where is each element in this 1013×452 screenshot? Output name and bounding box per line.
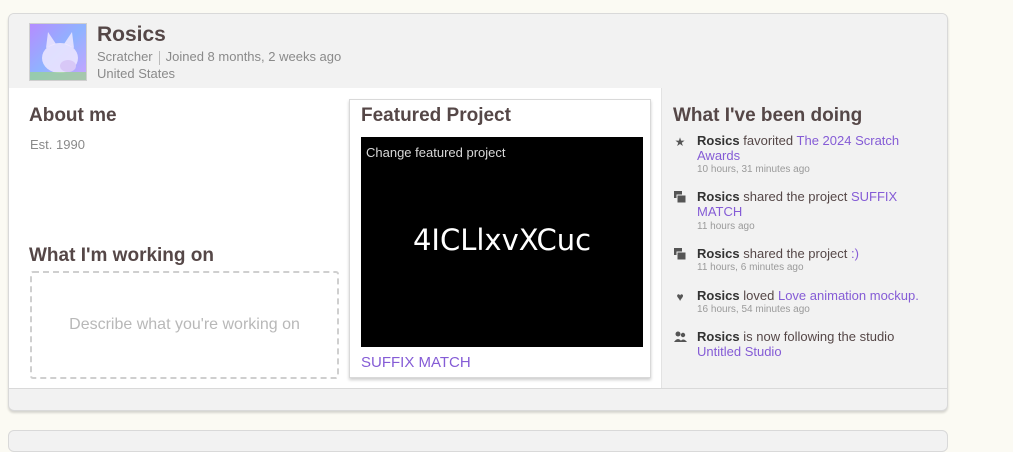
profile-card: Rosics Scratcher Joined 8 months, 2 weeks…: [8, 13, 948, 411]
meta-divider: [158, 50, 160, 65]
activity-time: 11 hours, 6 minutes ago: [697, 262, 804, 273]
activity-title: What I've been doing: [673, 105, 863, 126]
username: Rosics: [97, 23, 166, 46]
activity-action: favorited: [743, 133, 794, 148]
activity-time: 16 hours, 54 minutes ago: [697, 304, 810, 315]
cat-avatar-icon: [30, 32, 86, 80]
activity-target-link[interactable]: :): [851, 246, 859, 261]
left-column: About me Est. 1990 What I'm working on D…: [9, 88, 349, 388]
next-section-card: [8, 430, 948, 452]
about-me-title: About me: [29, 105, 117, 126]
avatar[interactable]: [29, 23, 87, 81]
activity-user[interactable]: Rosics: [697, 189, 740, 204]
activity-target-link[interactable]: Love animation mockup.: [778, 288, 919, 303]
activity-text: Rosics is now following the studio Untit…: [697, 329, 937, 359]
activity-text: Rosics shared the project :): [697, 246, 937, 261]
activity-user[interactable]: Rosics: [697, 133, 740, 148]
activity-column: What I've been doing ★ Rosics favorited …: [661, 88, 947, 388]
activity-user[interactable]: Rosics: [697, 288, 740, 303]
activity-text: Rosics shared the project SUFFIX MATCH: [697, 189, 937, 219]
change-featured-project-button[interactable]: Change featured project: [366, 145, 505, 160]
activity-action: shared the project: [743, 189, 848, 204]
activity-time: 11 hours ago: [697, 221, 755, 232]
about-me-text[interactable]: Est. 1990: [30, 137, 85, 152]
share-icon: [673, 248, 687, 262]
activity-action: is now following the studio: [743, 329, 895, 344]
profile-header: Rosics Scratcher Joined 8 months, 2 weeks…: [9, 14, 947, 89]
working-on-title: What I'm working on: [29, 245, 215, 266]
star-icon: ★: [674, 135, 686, 149]
activity-text: Rosics loved Love animation mockup.: [697, 288, 937, 303]
activity-time: 10 hours, 31 minutes ago: [697, 164, 810, 175]
location-label: United States: [97, 66, 176, 81]
working-on-field[interactable]: Describe what you're working on: [30, 271, 339, 379]
activity-user[interactable]: Rosics: [697, 246, 740, 261]
role-label: Scratcher: [97, 49, 153, 64]
featured-project-link[interactable]: SUFFIX MATCH: [361, 354, 471, 371]
featured-project-thumbnail[interactable]: Change featured project 4ICLlxvXCuc: [361, 137, 643, 347]
heart-icon: ♥: [676, 290, 684, 304]
thumbnail-text: 4ICLlxvXCuc: [412, 223, 592, 257]
activity-target-link[interactable]: Untitled Studio: [697, 344, 782, 359]
activity-text: Rosics favorited The 2024 Scratch Awards: [697, 133, 937, 163]
activity-user[interactable]: Rosics: [697, 329, 740, 344]
share-icon: [673, 191, 687, 205]
featured-project-title: Featured Project: [361, 105, 511, 126]
profile-meta: Scratcher Joined 8 months, 2 weeks ago: [97, 49, 341, 65]
activity-action: loved: [743, 288, 775, 303]
featured-project-panel: Featured Project Change featured project…: [349, 99, 651, 378]
joined-label: Joined 8 months, 2 weeks ago: [165, 49, 342, 64]
profile-body: About me Est. 1990 What I'm working on D…: [9, 88, 947, 389]
activity-action: shared the project: [743, 246, 848, 261]
follow-icon: [673, 331, 687, 345]
